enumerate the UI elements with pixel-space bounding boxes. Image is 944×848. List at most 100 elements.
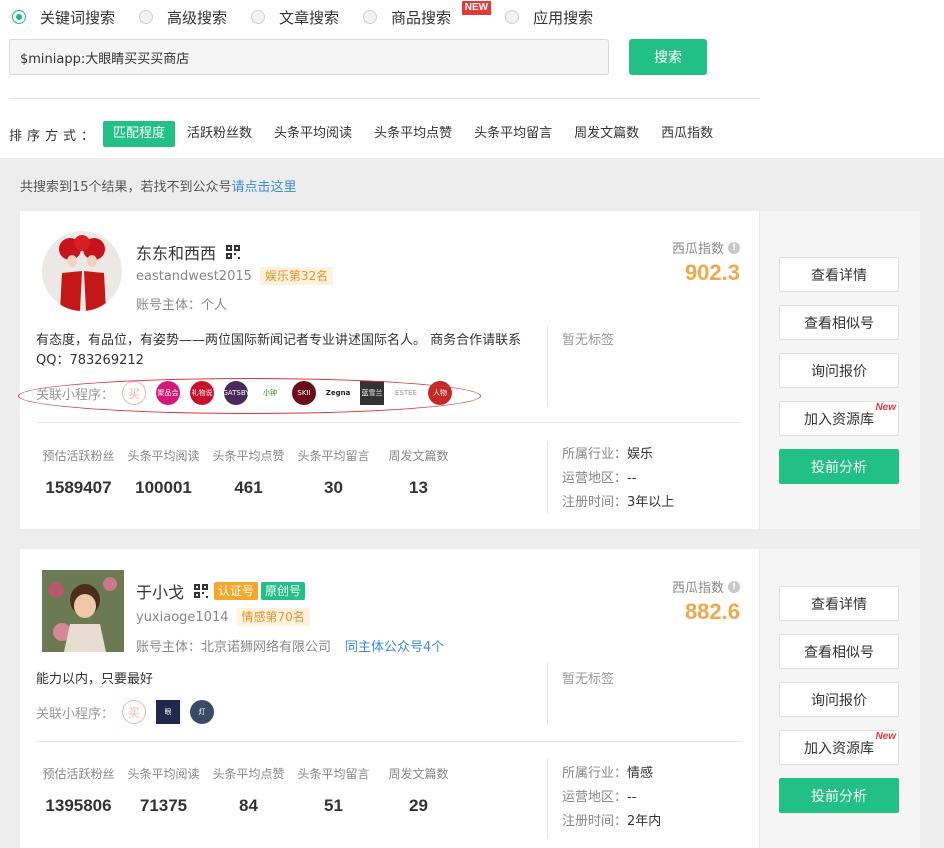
radio-advanced-search[interactable]: 高级搜索 xyxy=(139,7,227,28)
mini-app-buy-icon[interactable]: 买 xyxy=(122,381,147,405)
radio-label: 关键词搜索 xyxy=(40,8,116,27)
owner-value: 北京诺狮网络有限公司 xyxy=(201,640,332,655)
ask-price-button[interactable]: 询问报价 xyxy=(779,353,899,388)
meta-industry: 所属行业：娱乐 xyxy=(562,443,674,467)
mini-app-jupinhui-icon[interactable]: 聚品会 xyxy=(156,381,181,405)
stat-value: 461 xyxy=(234,478,263,497)
mini-app-eye-icon[interactable]: 眼 xyxy=(156,700,181,724)
account-name[interactable]: 东东和西西 xyxy=(136,240,241,264)
new-badge: New xyxy=(875,402,896,413)
stat-avg-reads: 头条平均阅读 100001 xyxy=(121,447,206,498)
add-to-library-button[interactable]: 加入资源库 New xyxy=(779,401,899,436)
sort-option-avg-reads[interactable]: 头条平均阅读 xyxy=(264,121,362,147)
radio-dot-selected xyxy=(12,10,26,24)
add-to-library-label: 加入资源库 xyxy=(804,411,874,428)
divider xyxy=(36,422,742,423)
vertical-divider xyxy=(547,441,548,513)
stat-label: 周发文篇数 xyxy=(388,767,449,781)
radio-article-search[interactable]: 文章搜索 xyxy=(251,7,339,28)
view-details-button[interactable]: 查看详情 xyxy=(779,586,899,621)
sort-option-active-fans[interactable]: 活跃粉丝数 xyxy=(177,121,262,147)
stat-label: 预估活跃粉丝 xyxy=(42,449,115,463)
divider xyxy=(36,741,742,742)
view-details-button[interactable]: 查看详情 xyxy=(779,257,899,292)
qr-code-icon[interactable] xyxy=(226,245,241,259)
owner-label: 账号主体： xyxy=(136,640,202,655)
mini-app-gatsby-icon[interactable]: GATSBY xyxy=(224,381,249,405)
meta-registered: 注册时间：2年内 xyxy=(562,810,661,834)
stat-value: 29 xyxy=(409,796,428,815)
radio-product-search[interactable]: 商品搜索 NEW xyxy=(363,0,492,28)
stat-value: 1395806 xyxy=(45,796,112,815)
meta-value: -- xyxy=(627,471,637,486)
mini-programs-label: 关联小程序： xyxy=(36,387,115,403)
ask-price-button[interactable]: 询问报价 xyxy=(779,682,899,717)
account-card: 于小戈 认证号 原创号 yuxiaoge1014 情感第70名 账号主体：北京诺狮… xyxy=(20,549,920,848)
stat-label: 预估活跃粉丝 xyxy=(42,767,115,781)
rank-badge: 娱乐第32名 xyxy=(259,267,334,285)
avatar[interactable] xyxy=(42,231,122,311)
stat-active-fans: 预估活跃粉丝 1395806 xyxy=(36,765,121,816)
meta-region: 运营地区：-- xyxy=(562,786,661,810)
stat-avg-comments: 头条平均留言 30 xyxy=(291,447,376,498)
no-tags-text: 暂无标签 xyxy=(562,333,615,348)
info-icon[interactable]: ! xyxy=(728,241,740,254)
mini-programs-label: 关联小程序： xyxy=(36,706,115,722)
no-tags-text: 暂无标签 xyxy=(562,672,615,687)
pre-analysis-button[interactable]: 投前分析 xyxy=(779,449,899,484)
mini-app-lanxuelan-icon[interactable]: 蓝雪兰 xyxy=(360,381,385,405)
sort-option-xigua-index[interactable]: 西瓜指数 xyxy=(651,121,723,147)
sort-option-avg-likes[interactable]: 头条平均点赞 xyxy=(364,121,462,147)
add-to-library-button[interactable]: 加入资源库 New xyxy=(779,730,899,765)
radio-keyword-search[interactable]: 关键词搜索 xyxy=(12,7,115,28)
original-badge: 原创号 xyxy=(261,582,306,600)
account-meta: 所属行业：情感 运营地区：-- 注册时间：2年内 xyxy=(562,762,661,834)
stat-value: 71375 xyxy=(139,796,188,815)
view-similar-button[interactable]: 查看相似号 xyxy=(779,634,899,669)
meta-value: -- xyxy=(627,790,637,805)
qr-code-icon[interactable] xyxy=(194,584,209,598)
sort-option-match[interactable]: 匹配程度 xyxy=(103,121,176,147)
meta-label: 运营地区： xyxy=(562,790,628,805)
search-input[interactable] xyxy=(9,39,609,75)
owner-value: 个人 xyxy=(201,298,228,313)
mini-app-lamp-icon[interactable]: 灯 xyxy=(190,700,215,724)
radio-app-search[interactable]: 应用搜索 xyxy=(505,7,593,28)
search-type-radios: 关键词搜索 高级搜索 文章搜索 商品搜索 NEW 应用搜索 xyxy=(12,0,617,28)
mini-app-skii-icon[interactable]: SKII xyxy=(292,381,317,405)
vertical-divider xyxy=(547,325,548,407)
mini-app-buy-icon[interactable]: 买 xyxy=(122,700,147,724)
account-id: eastandwest2015 娱乐第32名 xyxy=(136,267,334,285)
vertical-divider xyxy=(547,759,548,839)
click-here-link[interactable]: 请点击这里 xyxy=(232,180,297,195)
mini-app-estee-icon[interactable]: ESTEE xyxy=(394,381,419,405)
same-owner-link[interactable]: 同主体公众号4个 xyxy=(345,640,444,655)
stat-label: 周发文篇数 xyxy=(388,449,449,463)
new-badge: NEW xyxy=(461,0,492,15)
mini-app-liwushuo-icon[interactable]: 礼物说 xyxy=(190,381,215,405)
mini-app-zegna-icon[interactable]: Zegna xyxy=(326,381,351,405)
avatar[interactable] xyxy=(42,570,124,652)
mini-programs: 关联小程序： 买 聚品会 礼物说 GATSBY 小钟 SKII Zegna 蓝雪… xyxy=(36,380,462,406)
info-icon[interactable]: ! xyxy=(728,580,740,593)
view-similar-button[interactable]: 查看相似号 xyxy=(779,305,899,340)
stat-value: 13 xyxy=(409,478,428,497)
pre-analysis-button[interactable]: 投前分析 xyxy=(779,778,899,813)
meta-registered: 注册时间：3年以上 xyxy=(562,491,674,515)
account-name[interactable]: 于小戈 认证号 原创号 xyxy=(136,579,306,603)
search-button[interactable]: 搜索 xyxy=(629,39,707,75)
stats-row: 预估活跃粉丝 1395806 头条平均阅读 71375 头条平均点赞 84 头条平均留… xyxy=(36,765,461,816)
stat-label: 头条平均阅读 xyxy=(127,449,200,463)
stats-row: 预估活跃粉丝 1589407 头条平均阅读 100001 头条平均点赞 461 头条平… xyxy=(36,447,461,498)
sort-option-weekly-posts[interactable]: 周发文篇数 xyxy=(564,121,649,147)
account-name-text: 东东和西西 xyxy=(136,244,217,263)
mini-app-xiaozhong-icon[interactable]: 小钟 xyxy=(258,381,283,405)
account-meta: 所属行业：娱乐 运营地区：-- 注册时间：3年以上 xyxy=(562,443,674,515)
account-description: 有态度，有品位，有姿势——两位国际新闻记者专业讲述国际名人。 商务合作请联系QQ… xyxy=(36,333,522,368)
mini-app-person-icon[interactable]: 人物 xyxy=(428,381,453,405)
stat-value: 84 xyxy=(239,796,258,815)
radio-label: 高级搜索 xyxy=(167,8,228,27)
sort-option-avg-comments[interactable]: 头条平均留言 xyxy=(464,121,562,147)
account-id-text: yuxiaoge1014 xyxy=(136,609,229,625)
result-summary-text: 共搜索到15个结果，若找不到公众号 xyxy=(20,180,232,195)
